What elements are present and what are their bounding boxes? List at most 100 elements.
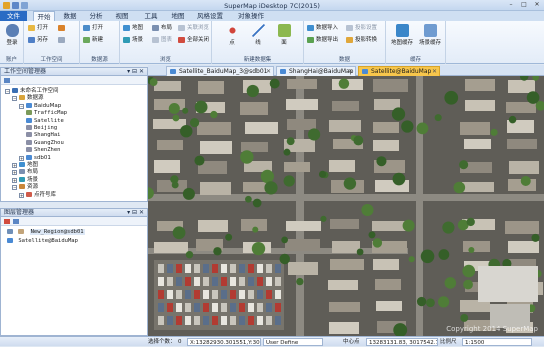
login-button[interactable]: 登录 [2, 24, 22, 46]
linkage-browse-label: 关联浏览 [187, 25, 210, 31]
tree-item[interactable]: Satellite [26, 117, 64, 125]
tree-canopy [416, 122, 429, 135]
layer-visible-icon[interactable] [7, 229, 13, 234]
browse-layout-button[interactable]: 布局 [152, 24, 172, 32]
tree-item[interactable]: GuangZhou [26, 139, 64, 147]
pin-icon[interactable]: ▾ ⊟ ✕ [127, 68, 144, 76]
scene-cache-button[interactable]: 场景缓存 [417, 24, 443, 46]
tree-item[interactable]: + 地图 [12, 162, 38, 169]
tree-canopy [283, 175, 295, 187]
expand-toggle-icon[interactable]: − [12, 185, 17, 191]
projection-convert-button[interactable]: 投影转换 [346, 36, 377, 44]
new-line-button[interactable]: 线 [248, 24, 268, 46]
data-export-button[interactable]: 数据导出 [307, 36, 338, 44]
close-icon[interactable]: ✕ [348, 67, 353, 76]
browse-map-button[interactable]: 地图 [123, 24, 143, 32]
expand-toggle-icon[interactable]: + [19, 192, 24, 198]
center-point-value: 13283131.83, 3017542.714 [366, 338, 438, 346]
map-tab-satellite-baidumap-3[interactable]: Satellite_BaiduMap_3@sdb01 ✕ [166, 66, 274, 76]
tab-style-settings[interactable]: 风格设置 [195, 11, 225, 21]
tree-item[interactable]: ShenZhen [26, 147, 61, 154]
tree-canopy [376, 156, 387, 167]
new-region-button[interactable]: 面 [274, 24, 294, 46]
tree-item[interactable]: + 点符号库 [19, 191, 56, 199]
workspace-extra-button[interactable] [58, 24, 67, 32]
window-controls: – □ ✕ [506, 1, 542, 9]
scale-input[interactable]: 1:1500 [462, 338, 532, 346]
tree-node-icon [19, 95, 25, 101]
projection-convert-icon [346, 37, 353, 43]
parked-car [203, 303, 209, 312]
tree-item[interactable]: − BaiduMap [19, 102, 61, 110]
expand-toggle-icon[interactable]: − [12, 96, 17, 102]
maximize-icon[interactable]: □ [519, 1, 529, 9]
data-import-button[interactable]: 数据导入 [307, 24, 338, 32]
parked-car [176, 316, 182, 325]
projection-settings-button[interactable]: 投影设置 [346, 24, 377, 32]
expand-toggle-icon[interactable]: + [12, 177, 17, 183]
layer-item-new-region[interactable]: New_Region@sdb01 [7, 229, 85, 236]
tab-map[interactable]: 地图 [167, 11, 189, 21]
datasource-open-button[interactable]: 打开 [83, 24, 103, 32]
close-icon[interactable]: ✕ [432, 67, 437, 76]
close-icon[interactable]: ✕ [266, 67, 271, 76]
workspace-toolbar-icon[interactable] [4, 78, 10, 83]
parked-car [257, 290, 263, 299]
tab-start[interactable]: 开始 [33, 11, 55, 21]
tab-view[interactable]: 视图 [111, 11, 133, 21]
tab-data[interactable]: 数据 [59, 11, 81, 21]
tree-item[interactable]: TrafficMap [26, 110, 67, 117]
workspace-save-as-button[interactable]: 另存 [28, 36, 48, 44]
tab-object-operations[interactable]: 对象操作 [232, 11, 270, 21]
workspace-close-button[interactable] [58, 36, 67, 44]
expand-toggle-icon[interactable]: − [5, 89, 10, 94]
workspace-open-button[interactable]: 打开 [28, 24, 48, 32]
minimize-icon[interactable]: – [506, 1, 516, 9]
layer-item-satellite[interactable]: Satellite@BaiduMap [7, 238, 78, 245]
expand-toggle-icon[interactable]: + [19, 155, 24, 161]
tab-tools[interactable]: 工具 [140, 11, 162, 21]
map-view[interactable]: Copyright 2014 SuperMap [148, 76, 544, 336]
close-icon[interactable]: ✕ [532, 1, 542, 9]
tree-item[interactable]: + 布局 [12, 169, 38, 176]
parked-car [158, 316, 164, 325]
expand-toggle-icon[interactable]: + [12, 170, 17, 176]
layer-add-icon[interactable] [4, 219, 10, 224]
building-roof [508, 80, 535, 93]
parked-car [221, 264, 227, 273]
parked-car [167, 264, 173, 273]
expand-toggle-icon[interactable]: − [19, 103, 24, 109]
browse-graph-button[interactable]: 图表 [152, 36, 172, 44]
datasource-open-label: 打开 [92, 25, 104, 31]
tree-item[interactable]: + sdb01 [19, 154, 51, 162]
tree-canopy [172, 226, 186, 240]
map-cache-button[interactable]: 地图缓存 [389, 24, 415, 46]
datasource-new-button[interactable]: 新建 [83, 36, 103, 44]
tab-analysis[interactable]: 分析 [85, 11, 107, 21]
close-all-button[interactable]: 全部关闭 [178, 36, 209, 44]
tree-item[interactable]: − 数据源 [12, 95, 44, 102]
tree-item[interactable]: − 资源 [12, 184, 38, 191]
layer-style-icon[interactable] [13, 219, 19, 224]
tree-item[interactable]: − 未命名工作空间 [5, 88, 59, 95]
tree-item[interactable]: ShangHai [26, 132, 61, 139]
new-point-button[interactable]: 点 [222, 24, 242, 46]
parked-car [203, 264, 209, 273]
linkage-browse-button[interactable]: 关联浏览 [178, 24, 209, 32]
tree-canopy [283, 148, 291, 156]
tree-item[interactable]: Beijing [26, 125, 57, 132]
parked-car [203, 277, 209, 286]
layer-pin-icon[interactable]: ▾ ⊟ ✕ [127, 209, 144, 217]
tree-canopy [240, 150, 254, 164]
tab-file[interactable]: 文件 [0, 11, 27, 21]
group-datasource-label: 数据源 [91, 57, 108, 63]
tree-item[interactable]: + 场景 [12, 176, 38, 184]
map-tab-satellite-active[interactable]: Satellite@BaiduMap ✕ [358, 66, 440, 76]
browse-scene-button[interactable]: 场景 [123, 36, 143, 44]
expand-toggle-icon[interactable]: + [12, 163, 17, 168]
building-roof [240, 102, 268, 115]
map-tab-shanghai[interactable]: ShangHai@BaiduMap ✕ [276, 66, 356, 76]
tree-canopy [531, 233, 540, 242]
group-workspace: 打开 另存 工作空间 [24, 21, 80, 64]
building-roof [332, 101, 359, 111]
